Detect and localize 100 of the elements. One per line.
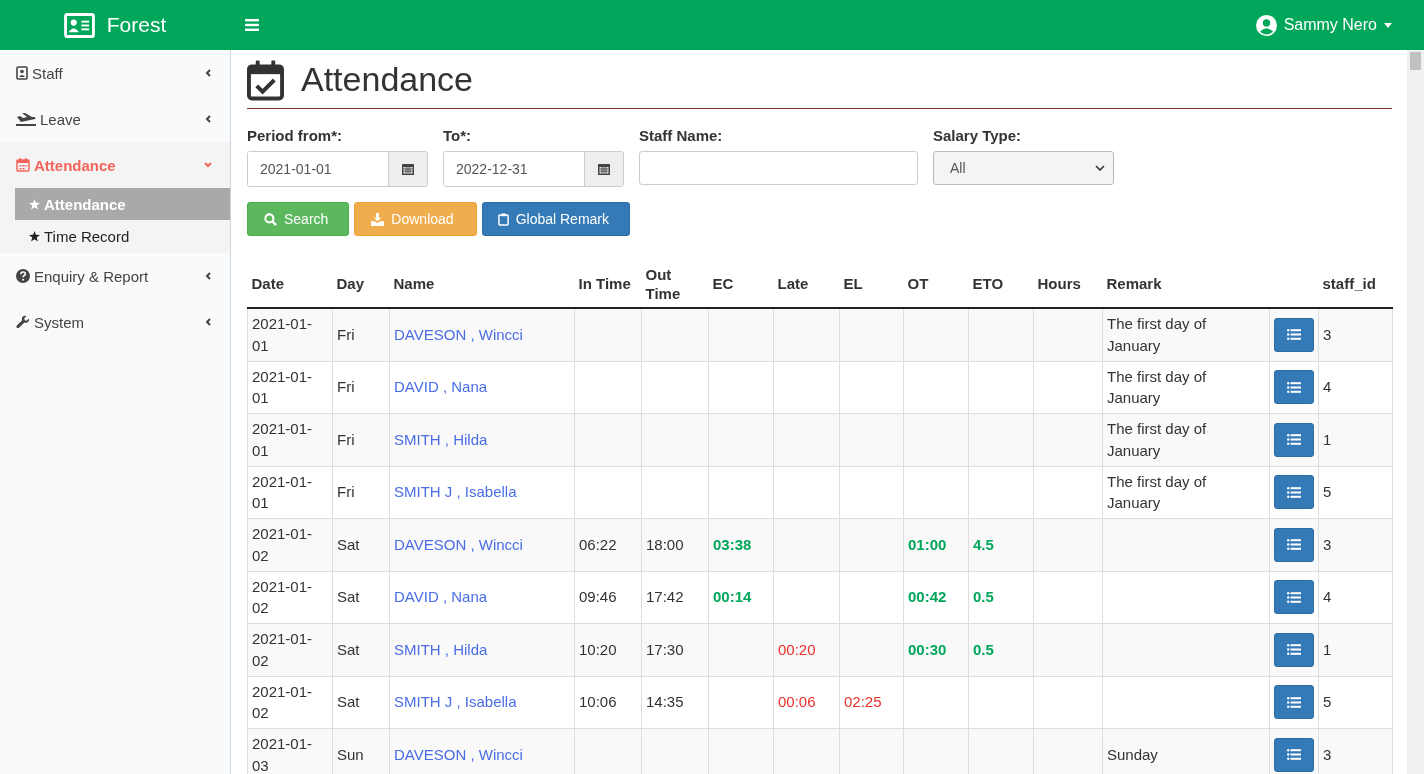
user-menu[interactable]: Sammy Nero	[1255, 14, 1392, 36]
table-cell: 00:42	[908, 588, 947, 606]
date-field[interactable]: 2021-01-01	[247, 151, 428, 187]
staff-name-field[interactable]	[639, 151, 918, 185]
details-button[interactable]	[1274, 527, 1314, 562]
table-cell-text: 2021-01-01	[252, 471, 314, 514]
remark-text: The first day of January	[1107, 471, 1208, 514]
star-icon	[29, 230, 40, 242]
date-field[interactable]: 2022-12-31	[443, 151, 624, 187]
table-cell: 00:06	[778, 693, 816, 711]
sidebar-item[interactable]: System	[0, 299, 230, 345]
table-cell: Fri	[337, 378, 355, 396]
calendar-check-icon	[247, 58, 284, 101]
table-cell: Sat	[337, 535, 360, 553]
clipboard-icon	[497, 212, 509, 226]
table-cell-text: 2021-01-03	[252, 734, 314, 774]
list-icon	[1287, 591, 1301, 603]
table-cell: Sun	[337, 745, 364, 763]
chevron-left-icon	[204, 115, 212, 123]
staff-name-link[interactable]: DAVID , Nana	[394, 378, 488, 396]
details-button[interactable]	[1274, 685, 1314, 720]
list-icon	[1287, 381, 1301, 393]
table-cell: 4.5	[973, 535, 994, 553]
sidebar-item[interactable]: Staff	[0, 50, 230, 96]
remark-text: The first day of January	[1107, 314, 1208, 356]
calendar-icon[interactable]	[388, 152, 427, 186]
remark-text: The first day of January	[1107, 366, 1208, 409]
table-cell-text: 2021-01-01	[252, 419, 314, 461]
details-button[interactable]	[1274, 475, 1314, 510]
field-label: Period from*:	[247, 127, 343, 144]
table-cell-text: 2021-01-02	[252, 681, 314, 724]
sidebar-item[interactable]: Leave	[0, 96, 230, 142]
sidebar-item[interactable]: Enquiry & Report	[0, 253, 230, 299]
table-cell: 06:22	[579, 535, 617, 553]
table-cell-text: 2021-01-02	[252, 576, 314, 619]
table-cell: 10:06	[579, 693, 617, 711]
id-badge-icon	[16, 66, 28, 80]
details-button[interactable]	[1274, 370, 1314, 405]
table-cell: 4	[1323, 588, 1332, 606]
table-cell: 5	[1323, 483, 1332, 501]
table-cell: 14:35	[646, 693, 684, 711]
table-cell: 3	[1323, 535, 1332, 553]
field-label: Salary Type:	[933, 127, 1023, 144]
page-title: Attendance	[301, 60, 474, 99]
details-button[interactable]	[1274, 317, 1314, 352]
table-cell: 3	[1323, 325, 1332, 343]
table-cell: 17:42	[646, 588, 684, 606]
table-cell: 18:00	[646, 535, 684, 553]
table-cell: 1	[1323, 640, 1332, 658]
list-icon	[1287, 329, 1301, 341]
staff-name-link[interactable]: DAVID , Nana	[394, 588, 488, 606]
user-avatar-icon	[1255, 14, 1277, 36]
table-cell-text: 2021-01-02	[252, 629, 314, 671]
salary-type-select[interactable]: All	[933, 151, 1114, 185]
list-icon	[1287, 434, 1301, 446]
table-cell: 0.5	[973, 588, 994, 606]
remark-text: The first day of January	[1107, 419, 1208, 461]
caret-icon	[1384, 22, 1392, 28]
chevron-left-icon	[204, 272, 212, 280]
id-card-icon	[63, 12, 95, 38]
details-button[interactable]	[1274, 580, 1314, 615]
search-button[interactable]: Search	[247, 202, 350, 236]
field-label: To*:	[443, 127, 473, 144]
chevron-left-icon	[204, 318, 212, 326]
staff-name-link[interactable]: SMITH , Hilda	[394, 430, 488, 448]
table-cell: 01:00	[908, 535, 947, 553]
submenu-item[interactable]: Attendance	[15, 188, 230, 220]
table-cell: Fri	[337, 325, 355, 343]
submenu-item[interactable]: Time Record	[15, 220, 230, 252]
table-cell: 03:38	[713, 535, 752, 553]
staff-name-link[interactable]: SMITH , Hilda	[394, 640, 488, 658]
sidebar-item[interactable]: Attendance	[0, 142, 230, 188]
table-cell: 09:46	[579, 588, 617, 606]
list-icon	[1287, 539, 1301, 551]
table-cell: 1	[1323, 430, 1332, 448]
list-icon	[1287, 644, 1301, 656]
details-button[interactable]	[1274, 737, 1314, 772]
table-cell: 5	[1323, 693, 1332, 711]
field-label: Staff Name:	[639, 127, 724, 144]
calendar-icon[interactable]	[584, 152, 623, 186]
plane-icon	[16, 112, 36, 126]
table-cell: 00:30	[908, 640, 947, 658]
table-cell: 00:14	[713, 588, 752, 606]
table-cell: 10:20	[579, 640, 617, 658]
wrench-icon	[16, 315, 30, 329]
chevron-down-icon	[1095, 165, 1105, 171]
table-cell: 00:20	[778, 640, 816, 658]
table-cell-text: 2021-01-01	[252, 366, 314, 409]
search-icon	[264, 212, 277, 226]
list-icon	[1287, 696, 1301, 708]
table-cell: 02:25	[844, 693, 882, 711]
chevron-left-icon	[204, 69, 212, 77]
chevron-down-icon	[204, 161, 212, 169]
table-cell: Fri	[337, 483, 355, 501]
details-button[interactable]	[1274, 422, 1314, 457]
menu-icon[interactable]	[245, 19, 259, 31]
table-cell: 4	[1323, 378, 1332, 396]
details-button[interactable]	[1274, 632, 1314, 667]
remark-button[interactable]: Global Remark	[481, 202, 630, 236]
help-icon	[16, 269, 30, 283]
